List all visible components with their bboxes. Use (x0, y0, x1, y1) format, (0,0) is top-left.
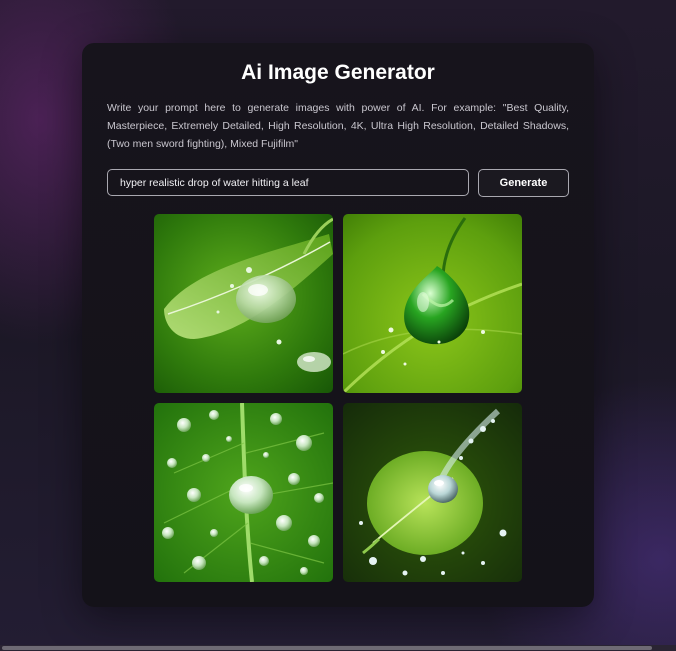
generated-image-1[interactable] (154, 214, 333, 393)
green-drop-on-leaf-image (343, 214, 522, 393)
water-splash-on-leaf-image (343, 403, 522, 582)
water-droplets-on-leaf-image (154, 403, 333, 582)
image-grid (154, 214, 522, 582)
generated-image-2[interactable] (343, 214, 522, 393)
prompt-input[interactable] (107, 169, 469, 196)
generator-card: Ai Image Generator Write your prompt her… (82, 43, 594, 607)
horizontal-scrollbar[interactable] (0, 645, 676, 651)
scrollbar-thumb[interactable] (2, 646, 652, 650)
water-drop-on-leaf-image (154, 214, 333, 393)
generate-button[interactable]: Generate (478, 169, 569, 197)
generated-image-3[interactable] (154, 403, 333, 582)
page-title: Ai Image Generator (241, 61, 435, 84)
prompt-instructions: Write your prompt here to generate image… (107, 102, 569, 150)
generated-image-4[interactable] (343, 403, 522, 582)
